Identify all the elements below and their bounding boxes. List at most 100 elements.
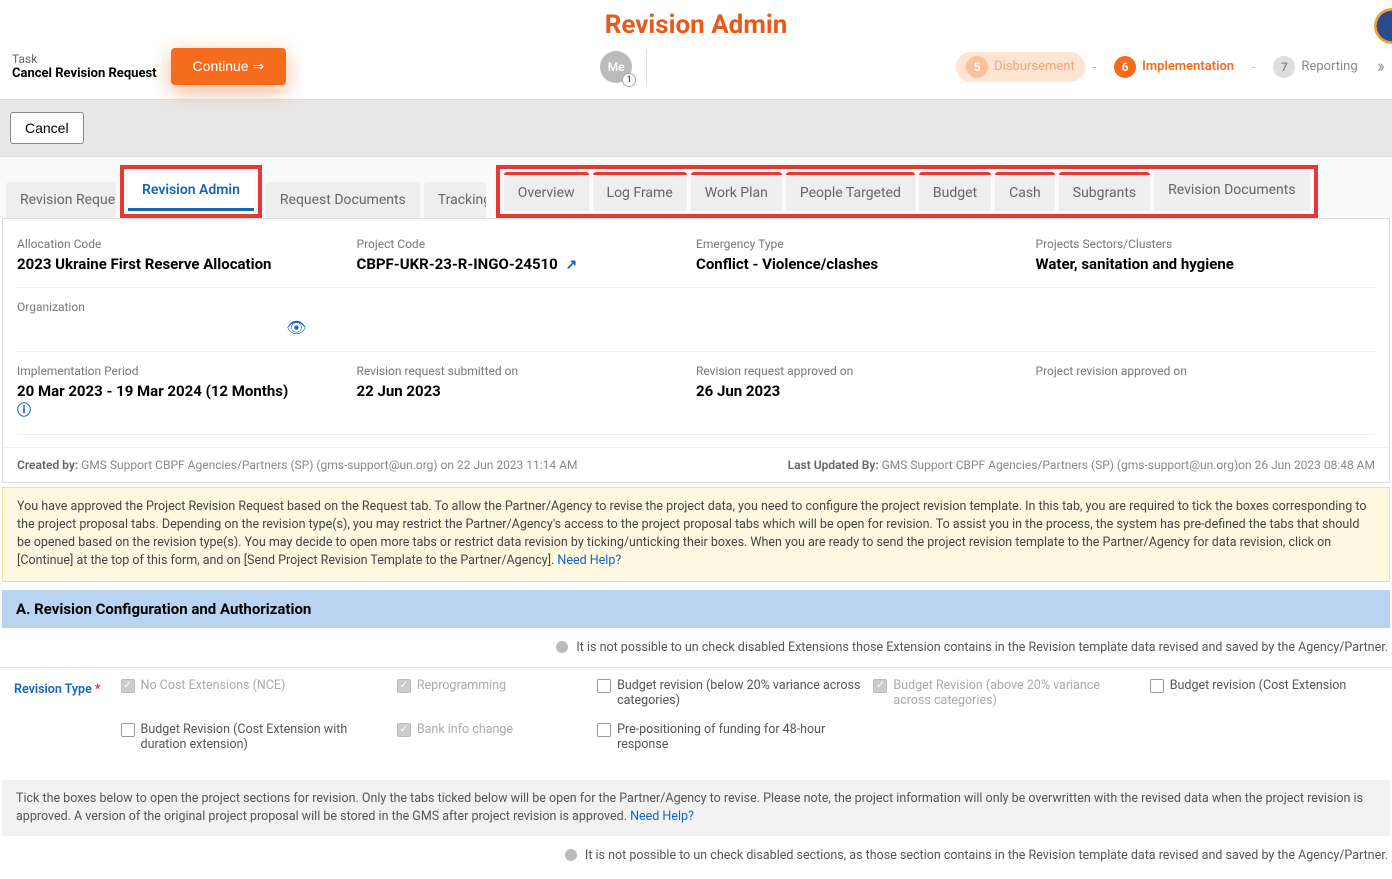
highlight-box-2: Overview Log Frame Work Plan People Targ…	[496, 165, 1318, 218]
tab-revision-documents[interactable]: Revision Documents	[1154, 172, 1309, 211]
divider	[646, 49, 647, 85]
field-revision-submitted: Revision request submitted on 22 Jun 202…	[357, 364, 697, 435]
empty-cell	[696, 300, 1036, 352]
step-num: 7	[1273, 56, 1295, 78]
empty-cell	[357, 300, 697, 352]
label: Organization	[17, 300, 347, 314]
section-a-header: A. Revision Configuration and Authorizat…	[2, 590, 1390, 628]
hint-text: It is not possible to un check disabled …	[585, 848, 1388, 863]
step-disbursement[interactable]: 5 Disbursement	[956, 52, 1085, 82]
updated-label: Last Updated By:	[788, 458, 879, 472]
info-icon[interactable]: ⓘ	[17, 403, 31, 419]
me-label: Me	[608, 60, 625, 74]
label: Revision request submitted on	[357, 364, 687, 378]
tab-budget[interactable]: Budget	[919, 172, 991, 211]
external-link-icon[interactable]: ↗	[566, 257, 578, 273]
notice-text: You have approved the Project Revision R…	[17, 499, 1366, 568]
tab-people-targeted[interactable]: People Targeted	[786, 172, 915, 211]
checkbox-icon[interactable]	[597, 679, 611, 693]
created-label: Created by:	[17, 458, 78, 472]
step-sep: -	[1093, 60, 1096, 74]
check-label: Pre-positioning of funding for 48-hour r…	[617, 722, 863, 752]
check-prepositioning[interactable]: Pre-positioning of funding for 48-hour r…	[597, 722, 863, 752]
checkbox-icon[interactable]	[597, 723, 611, 737]
value: Conflict - Violence/clashes	[696, 255, 1026, 273]
value: 2023 Ukraine First Reserve Allocation	[17, 255, 347, 273]
hint-extensions: It is not possible to un check disabled …	[0, 628, 1392, 667]
sections-notice: Tick the boxes below to open the project…	[2, 780, 1390, 836]
check-label: Budget revision (below 20% variance acro…	[617, 678, 863, 708]
tab-request-documents[interactable]: Request Documents	[266, 182, 420, 218]
checkbox-icon	[873, 679, 887, 693]
continue-button[interactable]: Continue ⇒	[171, 48, 287, 85]
info-panel: Allocation Code 2023 Ukraine First Reser…	[2, 218, 1390, 483]
check-budget-below-20[interactable]: Budget revision (below 20% variance acro…	[597, 678, 863, 708]
check-budget-cost-ext[interactable]: Budget revision (Cost Extension	[1150, 678, 1378, 708]
hint-text: It is not possible to un check disabled …	[576, 640, 1388, 655]
value: 20 Mar 2023 - 19 Mar 2024 (12 Months) ⓘ	[17, 382, 347, 420]
period-text: 20 Mar 2023 - 19 Mar 2024 (12 Months)	[17, 382, 288, 400]
checkbox-icon	[397, 723, 411, 737]
tab-overview[interactable]: Overview	[504, 172, 589, 211]
need-help-link[interactable]: Need Help?	[557, 553, 621, 568]
check-label: Budget Revision (above 20% variance acro…	[893, 678, 1139, 708]
created-value: GMS Support CBPF Agencies/Partners (SP) …	[81, 458, 577, 472]
step-num: 5	[966, 56, 988, 78]
check-label: Bank info change	[417, 722, 513, 737]
check-label: Budget revision (Cost Extension	[1170, 678, 1347, 693]
field-emergency-type: Emergency Type Conflict - Violence/clash…	[696, 237, 1036, 288]
workflow-stepper: 5 Disbursement - 6 Implementation - 7 Re…	[956, 52, 1382, 82]
check-budget-cost-ext-duration[interactable]: Budget Revision (Cost Extension with dur…	[121, 722, 387, 752]
page-title: Revision Admin	[0, 0, 1392, 48]
tab-subgrants[interactable]: Subgrants	[1059, 172, 1150, 211]
value: 26 Jun 2023	[696, 382, 1026, 400]
task-label: Task	[12, 52, 157, 66]
step-label: Disbursement	[994, 59, 1075, 74]
step-label: Reporting	[1301, 59, 1357, 74]
tab-work-plan[interactable]: Work Plan	[691, 172, 782, 211]
eye-icon[interactable]: 👁	[286, 318, 306, 337]
dot-icon	[556, 641, 568, 653]
field-revision-approved: Revision request approved on 26 Jun 2023	[696, 364, 1036, 435]
check-bank-info: Bank info change	[397, 722, 587, 752]
tab-revision-admin[interactable]: Revision Admin	[128, 172, 254, 211]
check-budget-above-20: Budget Revision (above 20% variance acro…	[873, 678, 1139, 708]
label: Allocation Code	[17, 237, 347, 251]
label: Emergency Type	[696, 237, 1026, 251]
meta-row: Created by: GMS Support CBPF Agencies/Pa…	[3, 447, 1389, 482]
action-bar: Cancel	[0, 99, 1392, 157]
label: Project Code	[357, 237, 687, 251]
need-help-link-2[interactable]: Need Help?	[630, 809, 694, 824]
checkbox-icon[interactable]	[121, 723, 135, 737]
step-implementation[interactable]: 6 Implementation	[1104, 52, 1244, 82]
checkbox-icon	[121, 679, 135, 693]
cancel-button[interactable]: Cancel	[10, 112, 84, 144]
task-name: Cancel Revision Request	[12, 66, 157, 81]
value: Water, sanitation and hygiene	[1036, 255, 1366, 273]
field-project-code: Project Code CBPF-UKR-23-R-INGO-24510 ↗	[357, 237, 697, 288]
tab-revision-request[interactable]: Revision Request	[6, 182, 116, 218]
step-label: Implementation	[1142, 59, 1234, 74]
value: CBPF-UKR-23-R-INGO-24510 ↗	[357, 255, 687, 273]
tab-log-frame[interactable]: Log Frame	[593, 172, 687, 211]
me-avatar[interactable]: Me 1	[600, 51, 632, 83]
instruction-notice: You have approved the Project Revision R…	[2, 487, 1390, 582]
step-num: 6	[1114, 56, 1136, 78]
tab-tracking[interactable]: Tracking	[424, 182, 486, 218]
value: 22 Jun 2023	[357, 382, 687, 400]
chevron-right-icon[interactable]: ››	[1376, 56, 1382, 77]
check-label: No Cost Extensions (NCE)	[141, 678, 286, 693]
updated-value: GMS Support CBPF Agencies/Partners (SP) …	[882, 458, 1375, 472]
step-reporting[interactable]: 7 Reporting	[1263, 52, 1367, 82]
revision-type-label: Revision Type *	[14, 678, 101, 752]
code-text: CBPF-UKR-23-R-INGO-24510	[357, 255, 558, 273]
tab-cash[interactable]: Cash	[995, 172, 1055, 211]
field-sectors: Projects Sectors/Clusters Water, sanitat…	[1036, 237, 1376, 288]
check-nce: No Cost Extensions (NCE)	[121, 678, 387, 708]
label: Project revision approved on	[1036, 364, 1366, 378]
field-implementation-period: Implementation Period 20 Mar 2023 - 19 M…	[17, 364, 357, 435]
tabs-row: Revision Request Revision Admin Request …	[0, 157, 1392, 218]
checkbox-icon[interactable]	[1150, 679, 1164, 693]
dot-icon	[565, 849, 577, 861]
empty-cell	[1036, 300, 1376, 352]
